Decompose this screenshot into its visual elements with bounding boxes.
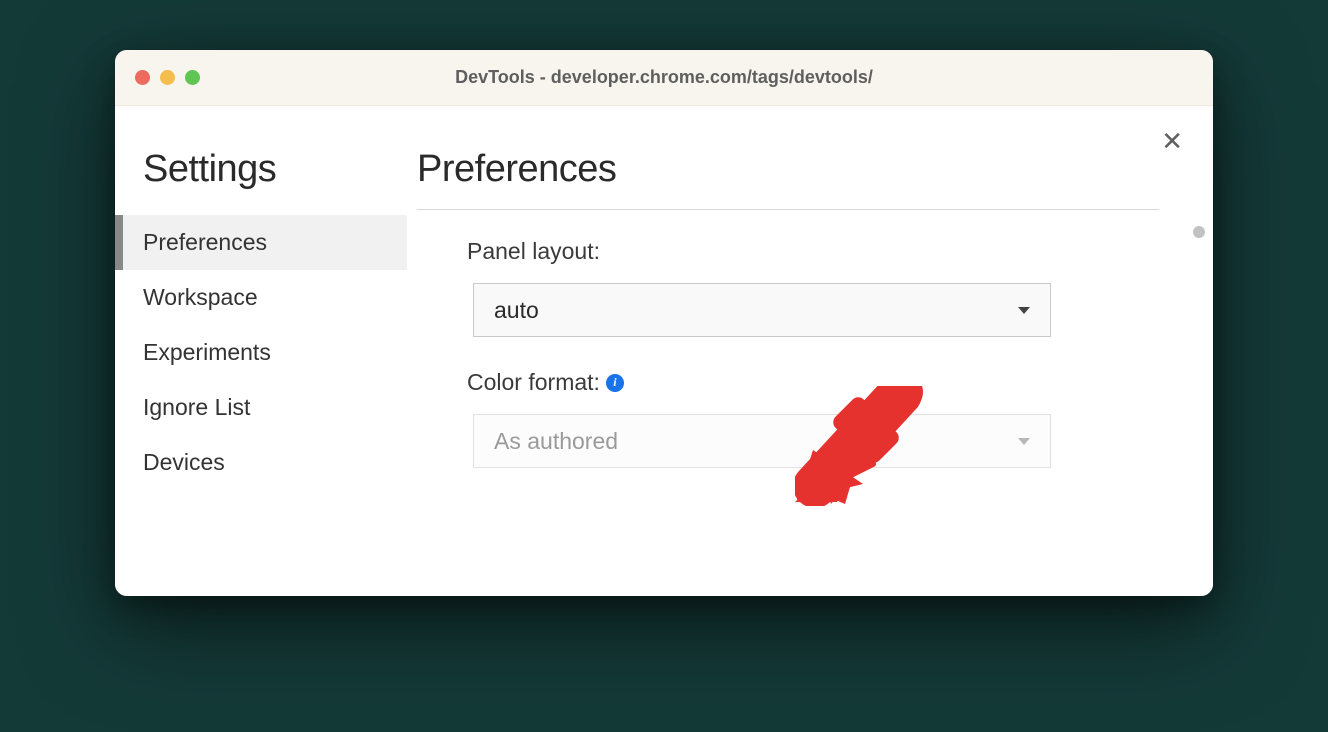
sidebar-item-workspace[interactable]: Workspace: [115, 270, 407, 325]
minimize-window-button[interactable]: [160, 70, 175, 85]
preferences-pane: Preferences Panel layout: auto Color for…: [407, 106, 1213, 596]
sidebar-item-label: Preferences: [143, 229, 267, 255]
sidebar-item-preferences[interactable]: Preferences: [115, 215, 407, 270]
devtools-window: DevTools - developer.chrome.com/tags/dev…: [115, 50, 1213, 596]
sidebar: Settings Preferences Workspace Experimen…: [115, 106, 407, 596]
window-title: DevTools - developer.chrome.com/tags/dev…: [115, 67, 1213, 88]
sidebar-item-ignore-list[interactable]: Ignore List: [115, 380, 407, 435]
select-value: As authored: [494, 428, 618, 455]
divider: [417, 209, 1159, 210]
info-icon[interactable]: i: [606, 374, 624, 392]
chevron-down-icon: [1018, 307, 1030, 314]
settings-content: ✕ Settings Preferences Workspace Experim…: [115, 106, 1213, 596]
panel-layout-setting: Panel layout: auto: [417, 238, 1183, 337]
select-value: auto: [494, 297, 539, 324]
maximize-window-button[interactable]: [185, 70, 200, 85]
scrollbar-thumb[interactable]: [1193, 226, 1205, 238]
chevron-down-icon: [1018, 438, 1030, 445]
color-format-setting: Color format: i As authored: [417, 369, 1183, 468]
sidebar-item-devices[interactable]: Devices: [115, 435, 407, 490]
sidebar-item-label: Workspace: [143, 284, 258, 310]
panel-layout-select[interactable]: auto: [473, 283, 1051, 337]
color-format-select[interactable]: As authored: [473, 414, 1051, 468]
scrollbar[interactable]: [1191, 226, 1205, 584]
sidebar-item-label: Devices: [143, 449, 225, 475]
sidebar-item-label: Experiments: [143, 339, 271, 365]
sidebar-title: Settings: [143, 148, 407, 191]
titlebar: DevTools - developer.chrome.com/tags/dev…: [115, 50, 1213, 106]
panel-layout-label: Panel layout:: [467, 238, 1153, 265]
traffic-lights: [135, 70, 200, 85]
color-format-label: Color format: i: [467, 369, 1153, 396]
page-title: Preferences: [417, 148, 1183, 191]
sidebar-item-label: Ignore List: [143, 394, 250, 420]
close-window-button[interactable]: [135, 70, 150, 85]
sidebar-item-experiments[interactable]: Experiments: [115, 325, 407, 380]
